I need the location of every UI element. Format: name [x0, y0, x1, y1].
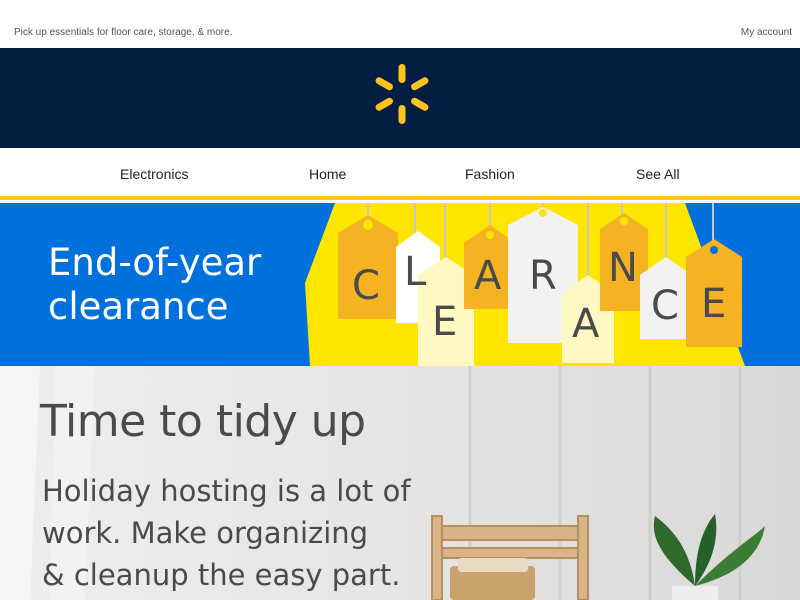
- tag-letter-c: C: [352, 263, 380, 309]
- tag-letter-e: E: [432, 299, 457, 345]
- nav-item-see-all[interactable]: See All: [636, 166, 680, 182]
- tag-letter-e2: E: [701, 281, 726, 327]
- tag-letter-a2: A: [572, 301, 600, 347]
- tidy-copy: Holiday hosting is a lot of work. Make o…: [42, 470, 462, 596]
- tidy-copy-line3: & cleanup the easy part.: [42, 558, 401, 592]
- clearance-headline-line2: clearance: [48, 285, 229, 328]
- tidy-copy-line2: work. Make organizing: [42, 516, 369, 550]
- my-account-link[interactable]: My account: [741, 27, 792, 38]
- tag-letter-n: N: [608, 245, 638, 291]
- tidy-copy-line1: Holiday hosting is a lot of: [42, 474, 411, 508]
- brand-header: [0, 48, 800, 148]
- clearance-headline-line1: End-of-year: [48, 241, 262, 284]
- tag-letter-c2: C: [651, 283, 679, 329]
- tag-letter-a: A: [474, 253, 502, 299]
- nav-item-home[interactable]: Home: [309, 166, 346, 182]
- nav-item-electronics[interactable]: Electronics: [120, 166, 188, 182]
- preheader-tagline: Pick up essentials for floor care, stora…: [14, 27, 233, 38]
- preheader: Pick up essentials for floor care, stora…: [0, 0, 800, 48]
- tidy-title: Time to tidy up: [40, 396, 366, 447]
- tidy-up-banner[interactable]: Time to tidy up Holiday hosting is a lot…: [0, 366, 800, 600]
- clearance-banner[interactable]: C L E A R A N C E End-of-year clearance: [0, 203, 800, 366]
- tag-letter-l: L: [404, 249, 427, 295]
- walmart-spark-icon[interactable]: [370, 62, 434, 126]
- tag-letter-r: R: [529, 253, 557, 299]
- category-nav: Electronics Home Fashion See All: [0, 148, 800, 200]
- nav-item-fashion[interactable]: Fashion: [465, 166, 515, 182]
- clearance-headline: End-of-year clearance: [48, 241, 261, 329]
